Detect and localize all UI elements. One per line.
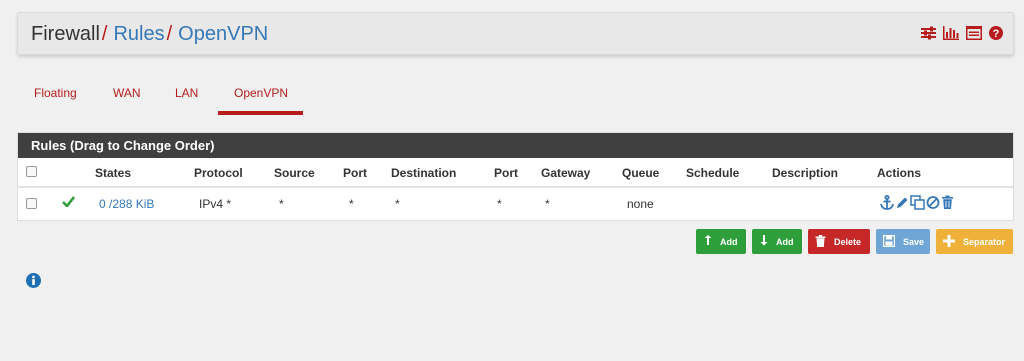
breadcrumb: Firewall / Rules / OpenVPN (31, 23, 268, 45)
source-port-cell: * (349, 197, 354, 211)
column-header-queue[interactable]: Queue (622, 166, 659, 180)
states-link[interactable]: 0 /288 KiB (99, 197, 154, 211)
disable-icon[interactable] (926, 195, 940, 210)
queue-cell: none (627, 197, 654, 211)
page-header: Firewall / Rules / OpenVPN ? (17, 12, 1014, 55)
anchor-icon[interactable] (880, 195, 894, 210)
add-rule-bottom-label: Add (776, 236, 794, 247)
save-button[interactable]: Save (876, 229, 930, 254)
trash-icon[interactable] (941, 195, 954, 210)
copy-icon[interactable] (910, 195, 925, 210)
save-label: Save (903, 236, 925, 247)
breadcrumb-firewall: Firewall (31, 23, 100, 45)
table-row[interactable]: 0 /288 KiB IPv4 * * * * * * none (18, 188, 1013, 218)
gateway-cell: * (545, 197, 550, 211)
tab-openvpn[interactable]: OpenVPN (234, 86, 288, 100)
breadcrumb-separator: / (101, 23, 108, 45)
column-header-destination[interactable]: Destination (391, 166, 456, 180)
info-icon[interactable] (26, 273, 41, 293)
trash-icon (815, 234, 834, 249)
column-header-source[interactable]: Source (274, 166, 315, 180)
arrow-up-icon (703, 235, 720, 248)
tab-wan[interactable]: WAN (113, 86, 141, 100)
destination-cell: * (395, 197, 400, 211)
header-icon-group: ? (921, 26, 1003, 40)
pencil-icon[interactable] (895, 195, 909, 210)
active-tab-indicator (218, 111, 303, 115)
settings-sliders-icon[interactable] (921, 26, 936, 40)
delete-button[interactable]: Delete (808, 229, 870, 254)
column-header-actions: Actions (877, 166, 922, 180)
add-rule-top-label: Add (720, 236, 738, 247)
log-list-icon[interactable] (966, 26, 982, 40)
column-header-port[interactable]: Port (343, 166, 367, 180)
save-icon (883, 234, 903, 249)
add-rule-bottom-button[interactable]: Add (752, 229, 802, 254)
tab-floating[interactable]: Floating (34, 86, 77, 100)
panel-title: Rules (Drag to Change Order) (18, 133, 1013, 158)
bar-chart-icon[interactable] (943, 26, 959, 40)
destination-port-cell: * (497, 197, 502, 211)
source-cell: * (279, 197, 284, 211)
breadcrumb-separator: / (166, 23, 173, 45)
select-all-checkbox[interactable] (26, 166, 37, 177)
add-rule-top-button[interactable]: Add (696, 229, 746, 254)
add-separator-label: Separator (963, 236, 1006, 247)
column-header-description[interactable]: Description (772, 166, 838, 180)
column-header-states[interactable]: States (95, 166, 131, 180)
column-header-protocol[interactable]: Protocol (194, 166, 243, 180)
column-header-gateway[interactable]: Gateway (541, 166, 590, 180)
protocol-cell: IPv4 * (199, 197, 232, 211)
arrow-down-icon (759, 235, 776, 248)
row-checkbox[interactable] (26, 198, 37, 209)
column-header-schedule[interactable]: Schedule (686, 166, 739, 180)
check-icon[interactable] (62, 196, 76, 210)
rules-panel: Rules (Drag to Change Order) States Prot… (17, 132, 1014, 221)
delete-label: Delete (834, 236, 862, 247)
breadcrumb-openvpn-link[interactable]: OpenVPN (178, 23, 268, 45)
table-header: States Protocol Source Port Destination … (18, 158, 1013, 188)
tab-lan[interactable]: LAN (175, 86, 198, 100)
row-actions (880, 195, 954, 210)
add-separator-button[interactable]: Separator (936, 229, 1013, 254)
svg-text:?: ? (993, 28, 1000, 40)
column-header-destination-port[interactable]: Port (494, 166, 518, 180)
help-icon[interactable]: ? (989, 26, 1003, 40)
plus-icon (943, 234, 963, 249)
breadcrumb-rules-link[interactable]: Rules (113, 23, 164, 45)
